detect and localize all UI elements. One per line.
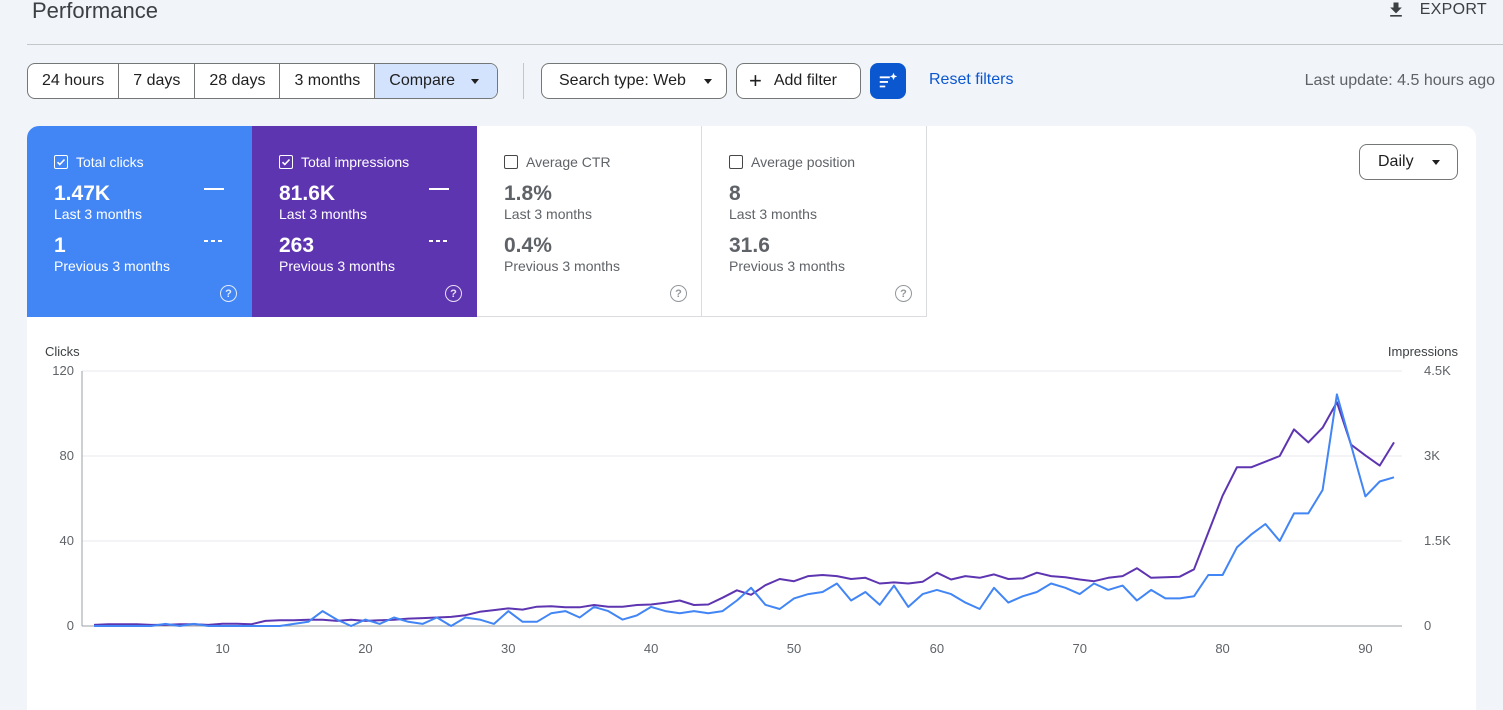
checkbox-checked-icon[interactable] xyxy=(279,155,293,169)
metric-value: 8 xyxy=(729,182,741,205)
search-type-dropdown[interactable]: Search type: Web xyxy=(541,63,727,99)
series-line-clicks xyxy=(94,393,1395,627)
export-button[interactable]: EXPORT xyxy=(1386,0,1487,20)
metric-average-ctr[interactable]: Average CTR 1.8% Last 3 months 0.4% Prev… xyxy=(477,126,702,317)
range-7-days[interactable]: 7 days xyxy=(119,64,196,98)
dashed-line-legend-icon xyxy=(429,240,449,242)
metric-average-position[interactable]: Average position 8 Last 3 months 31.6 Pr… xyxy=(702,126,927,317)
reset-filters-link[interactable]: Reset filters xyxy=(929,71,1013,89)
y-right-tick-label: 4.5K xyxy=(1424,363,1451,378)
header-divider xyxy=(27,44,1503,45)
solid-line-legend-icon xyxy=(204,188,224,190)
metric-period: Last 3 months xyxy=(729,206,817,222)
granularity-label: Daily xyxy=(1378,153,1414,170)
metric-total-impressions[interactable]: Total impressions 81.6K Last 3 months 26… xyxy=(252,126,477,317)
x-tick-label: 50 xyxy=(787,641,801,656)
performance-chart: Clicks Impressions 04080120 01.5K3K4.5K … xyxy=(45,344,1459,656)
checkbox-checked-icon[interactable] xyxy=(54,155,68,169)
help-icon[interactable]: ? xyxy=(220,285,237,302)
add-filter-button[interactable]: + Add filter xyxy=(736,63,861,99)
x-tick-label: 90 xyxy=(1358,641,1372,656)
caret-down-icon xyxy=(1431,159,1440,165)
y-right-axis-title: Impressions xyxy=(1388,344,1459,359)
metric-period: Last 3 months xyxy=(504,206,592,222)
compare-label: Compare xyxy=(389,72,456,89)
search-type-label: Search type: Web xyxy=(559,72,686,89)
metric-total-clicks[interactable]: Total clicks 1.47K Last 3 months 1 Previ… xyxy=(27,126,252,317)
checkbox-unchecked-icon[interactable] xyxy=(729,155,743,169)
checkbox-unchecked-icon[interactable] xyxy=(504,155,518,169)
x-tick-label: 80 xyxy=(1215,641,1229,656)
range-28-days[interactable]: 28 days xyxy=(195,64,281,98)
y-right-tick-label: 0 xyxy=(1424,618,1431,633)
metric-prev-period: Previous 3 months xyxy=(729,258,845,274)
metric-label: Average CTR xyxy=(526,154,611,170)
solid-line-legend-icon xyxy=(429,188,449,190)
download-icon xyxy=(1389,2,1402,17)
y-right-tick-label: 3K xyxy=(1424,448,1440,463)
metric-prev-value: 263 xyxy=(279,234,315,257)
caret-down-icon xyxy=(703,78,712,84)
y-left-tick-label: 0 xyxy=(67,618,74,633)
help-icon[interactable]: ? xyxy=(895,285,912,302)
x-tick-label: 60 xyxy=(930,641,944,656)
y-left-tick-label: 40 xyxy=(60,533,74,548)
y-left-axis-title: Clicks xyxy=(45,344,80,359)
range-3-months[interactable]: 3 months xyxy=(280,64,376,98)
x-tick-label: 10 xyxy=(215,641,229,656)
last-update-text: Last update: 4.5 hours ago xyxy=(1304,72,1495,89)
granularity-dropdown[interactable]: Daily xyxy=(1359,144,1458,180)
metric-prev-value: 31.6 xyxy=(729,234,770,257)
metric-label: Average position xyxy=(751,154,856,170)
export-label: EXPORT xyxy=(1419,1,1487,18)
x-tick-label: 20 xyxy=(358,641,372,656)
metric-prev-period: Previous 3 months xyxy=(504,258,620,274)
metric-period: Last 3 months xyxy=(279,206,367,222)
compare-dropdown[interactable]: Compare xyxy=(375,64,498,98)
page-title: Performance xyxy=(32,0,158,23)
y-right-tick-label: 1.5K xyxy=(1424,533,1451,548)
plus-icon: + xyxy=(749,68,762,93)
date-range-selector: 24 hours 7 days 28 days 3 months Compare xyxy=(27,63,499,99)
x-tick-label: 70 xyxy=(1072,641,1086,656)
metric-prev-period: Previous 3 months xyxy=(54,258,170,274)
filter-suggestions-button[interactable] xyxy=(870,63,906,99)
dashed-line-legend-icon xyxy=(204,240,224,242)
metric-label: Total impressions xyxy=(301,154,410,170)
metric-label: Total clicks xyxy=(76,154,144,170)
y-left-tick-label: 80 xyxy=(60,448,74,463)
metric-prev-period: Previous 3 months xyxy=(279,258,395,274)
add-filter-label: Add filter xyxy=(773,72,837,89)
metric-value: 1.8% xyxy=(504,182,552,205)
metric-prev-value: 1 xyxy=(54,234,66,257)
performance-card: Total clicks 1.47K Last 3 months 1 Previ… xyxy=(27,126,1476,710)
series-line-impressions xyxy=(93,401,1395,626)
metric-value: 1.47K xyxy=(54,182,111,205)
metric-value: 81.6K xyxy=(279,182,336,205)
x-tick-label: 40 xyxy=(644,641,658,656)
help-icon[interactable]: ? xyxy=(670,285,687,302)
help-icon[interactable]: ? xyxy=(445,285,462,302)
caret-down-icon xyxy=(471,78,480,84)
toolbar-divider xyxy=(523,63,524,99)
sparkle-filter-icon xyxy=(879,72,898,88)
y-left-tick-label: 120 xyxy=(52,363,74,378)
x-tick-label: 30 xyxy=(501,641,515,656)
metric-prev-value: 0.4% xyxy=(504,234,552,257)
metric-period: Last 3 months xyxy=(54,206,142,222)
range-24-hours[interactable]: 24 hours xyxy=(28,64,120,98)
